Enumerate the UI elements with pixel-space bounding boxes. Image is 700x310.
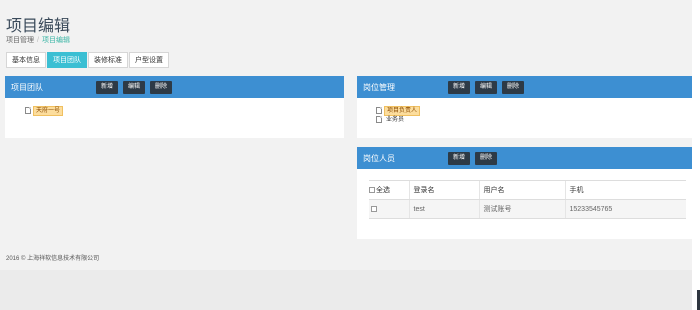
document-icon	[376, 107, 382, 114]
login-name-cell: test	[408, 199, 479, 219]
select-all-label: 全选	[376, 187, 390, 194]
tree-item[interactable]: 业务员	[376, 115, 692, 124]
tab-bar: 基本信息 项目团队 装修标准 户型设置	[6, 52, 170, 68]
breadcrumb-separator: /	[37, 37, 39, 44]
row-checkbox[interactable]	[371, 205, 377, 212]
project-team-panel-header: 项目团队 新增 编辑 删除	[5, 76, 344, 98]
phone-header: 手机	[564, 180, 686, 200]
breadcrumb-parent-link[interactable]: 项目管理	[6, 37, 34, 44]
login-name-header: 登录名	[408, 180, 479, 200]
project-team-panel: 项目团队 新增 编辑 删除 天府一号	[5, 76, 344, 138]
post-tree: 项目负责人 业务员	[357, 98, 692, 124]
footer-band	[0, 270, 700, 310]
table-header-row: 全选 登录名 用户名 手机	[369, 180, 686, 200]
table-row[interactable]: test 测试账号 15233545765	[369, 199, 686, 219]
staff-delete-button[interactable]: 删除	[475, 151, 498, 165]
select-all-header[interactable]: 全选	[369, 180, 409, 200]
breadcrumb-current: 项目编辑	[41, 37, 70, 44]
username-header: 用户名	[478, 180, 565, 200]
team-add-button[interactable]: 新增	[96, 80, 119, 94]
post-edit-button[interactable]: 编辑	[475, 80, 498, 94]
tree-item-label[interactable]: 业务员	[384, 116, 406, 124]
post-management-panel-header: 岗位管理 新增 编辑 删除	[357, 76, 692, 98]
tree-item[interactable]: 天府一号	[25, 105, 344, 116]
document-icon	[376, 116, 382, 123]
post-management-panel-title: 岗位管理	[363, 82, 395, 92]
document-icon	[25, 107, 31, 114]
team-tree: 天府一号	[5, 98, 344, 116]
tree-item-label[interactable]: 天府一号	[33, 105, 64, 116]
staff-add-button[interactable]: 新增	[448, 151, 471, 165]
project-team-panel-title: 项目团队	[11, 82, 43, 92]
footer-copyright: 2016 © 上海祥软信息技术有限公司	[6, 256, 100, 262]
tab-unit-type-settings[interactable]: 户型设置	[129, 52, 169, 68]
main-content-area: 项目编辑 项目管理 / 项目编辑 基本信息 项目团队 装修标准 户型设置 项目团队 …	[0, 0, 692, 270]
phone-cell: 15233545765	[564, 199, 686, 219]
post-add-button[interactable]: 新增	[448, 80, 471, 94]
tree-item-label[interactable]: 项目负责人	[384, 105, 421, 116]
post-management-panel: 岗位管理 新增 编辑 删除 项目负责人 业务员	[357, 76, 692, 138]
username-cell: 测试账号	[478, 199, 565, 219]
team-delete-button[interactable]: 删除	[150, 80, 173, 94]
post-staff-panel-title: 岗位人员	[363, 153, 395, 163]
post-delete-button[interactable]: 删除	[502, 80, 525, 94]
tab-decoration-standard[interactable]: 装修标准	[88, 52, 128, 68]
tree-item[interactable]: 项目负责人	[376, 105, 692, 116]
post-staff-panel: 岗位人员 新增 删除 全选 登录名 用户名 手机 test 测试账号 15233…	[357, 147, 692, 239]
page-title: 项目编辑	[6, 18, 71, 35]
window-edge	[692, 0, 700, 310]
select-all-checkbox[interactable]	[369, 187, 375, 194]
tab-basic-info[interactable]: 基本信息	[6, 52, 46, 68]
breadcrumb: 项目管理 / 项目编辑	[6, 35, 70, 45]
tab-project-team[interactable]: 项目团队	[47, 52, 87, 68]
staff-table: 全选 登录名 用户名 手机 test 测试账号 15233545765	[369, 180, 686, 219]
post-staff-panel-header: 岗位人员 新增 删除	[357, 147, 692, 169]
team-edit-button[interactable]: 编辑	[123, 80, 146, 94]
row-select-cell[interactable]	[369, 199, 409, 219]
